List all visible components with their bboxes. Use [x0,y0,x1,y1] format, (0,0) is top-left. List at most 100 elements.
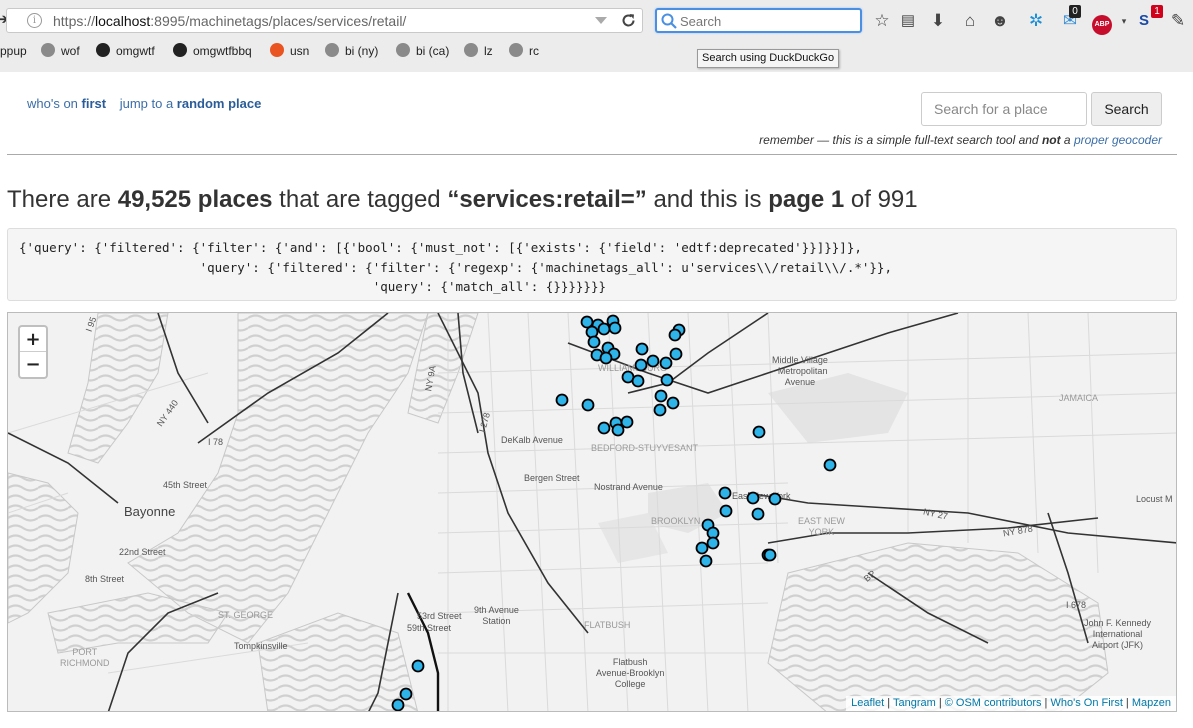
map[interactable]: Middle Village - Metropolitan Avenue JAM… [7,312,1177,712]
info-icon[interactable]: i [27,13,42,28]
bookmark-item[interactable]: rc [509,43,539,59]
place-marker[interactable] [746,491,760,505]
shield-badge: 1 [1151,5,1163,18]
page-title: There are 49,525 places that are tagged … [7,186,918,214]
bookmark-label: rc [529,44,539,58]
bookmark-label: wof [61,44,80,58]
place-marker[interactable] [399,687,413,701]
bookmark-label: bi (ny) [345,44,379,58]
search-button[interactable]: Search [1091,92,1162,126]
place-marker[interactable] [659,356,673,370]
place-marker[interactable] [653,403,667,417]
link-text-bold: random place [176,96,262,111]
place-marker[interactable] [706,536,720,550]
page-content: who's on first jump to a random place Se… [0,72,1193,728]
network-icon[interactable]: ✲ [1025,10,1047,32]
attribution-wof-link[interactable]: Who's On First [1050,697,1122,709]
place-marker[interactable] [666,396,680,410]
place-marker[interactable] [585,325,599,339]
place-marker[interactable] [620,415,634,429]
place-marker[interactable] [768,492,782,506]
place-marker[interactable] [669,347,683,361]
bookmark-star-icon[interactable]: ☆ [871,10,893,32]
emoji-icon[interactable]: ☻ [989,10,1011,32]
bookmark-item[interactable]: wof [41,43,80,59]
adblock-icon[interactable]: ABP [1091,10,1113,35]
url-text[interactable]: https://localhost:8995/machinetags/place… [53,13,406,29]
url-dropdown-icon[interactable] [595,17,607,24]
place-marker[interactable] [719,504,733,518]
attribution-osm-link[interactable]: © OSM contributors [945,697,1042,709]
download-icon[interactable]: ⬇ [927,10,949,32]
place-marker[interactable] [668,328,682,342]
bookmark-item[interactable]: usn [270,43,309,59]
bookmark-label: usn [290,44,310,58]
map-attribution: Leaflet | Tangram | © OSM contributors |… [846,696,1176,711]
browser-search-input[interactable] [680,12,855,30]
zoom-in-button[interactable]: + [20,327,46,352]
bookmark-label: lz [484,44,493,58]
note-text: remember — this is a simple full-text se… [759,133,1042,147]
globe-icon [41,43,55,57]
note-text-bold: not [1041,133,1061,147]
place-marker[interactable] [631,374,645,388]
ubuntu-icon [270,43,284,57]
geocoder-link[interactable]: proper geocoder [1074,133,1162,147]
place-marker[interactable] [391,698,405,711]
whos-on-first-link[interactable]: who's on first [27,96,106,111]
place-marker[interactable] [654,389,668,403]
attribution-tangram-link[interactable]: Tangram [893,697,936,709]
bookmark-item[interactable]: lz [464,43,493,59]
pin-icon[interactable]: ✎ [1167,10,1189,32]
title-tag: “services:retail=” [447,186,647,213]
reload-icon[interactable] [620,12,637,29]
place-marker[interactable] [587,335,601,349]
place-marker[interactable] [411,659,425,673]
place-marker[interactable] [555,393,569,407]
bookmark-item[interactable]: bi (ny) [325,43,378,59]
url-path: :8995/machinetags/places/services/retail… [150,13,407,29]
title-text: of 991 [844,186,918,213]
place-marker[interactable] [646,354,660,368]
zoom-out-button[interactable]: − [20,352,46,377]
place-marker[interactable] [823,458,837,472]
bookmark-item[interactable]: omgwtfbbq [173,43,252,59]
place-marker[interactable] [597,421,611,435]
place-marker[interactable] [763,548,777,562]
globe-icon [325,43,339,57]
bookmark-item[interactable]: bi (ca) [396,43,449,59]
github-icon [173,43,187,57]
place-marker[interactable] [581,398,595,412]
place-marker[interactable] [752,425,766,439]
url-bar[interactable]: i https://localhost:8995/machinetags/pla… [6,8,643,33]
adblock-dropdown-icon[interactable]: ▾ [1113,10,1135,32]
attribution-leaflet-link[interactable]: Leaflet [851,697,884,709]
browser-search-box[interactable] [655,8,862,33]
home-icon[interactable]: ⌂ [959,10,981,32]
divider [7,154,1177,155]
query-code: {'query': {'filtered': {'filter': {'and'… [19,238,892,297]
place-marker[interactable] [660,373,674,387]
place-marker[interactable] [597,322,611,336]
place-marker[interactable] [718,486,732,500]
place-marker[interactable] [634,358,648,372]
place-marker[interactable] [751,507,765,521]
attribution-mapzen-link[interactable]: Mapzen [1132,697,1171,709]
bookmark-label: ppup [0,44,27,58]
place-marker[interactable] [608,321,622,335]
top-nav: who's on first jump to a random place [27,96,271,111]
reading-list-icon[interactable]: ▤ [897,10,919,32]
bookmark-item[interactable]: omgwtf [96,43,155,59]
place-marker[interactable] [635,342,649,356]
place-search-input[interactable] [921,92,1087,126]
place-marker[interactable] [695,541,709,555]
extension-badge: 0 [1069,5,1081,18]
abp-label: ABP [1092,15,1112,35]
place-marker[interactable] [611,423,625,437]
place-marker[interactable] [699,554,713,568]
remember-note: remember — this is a simple full-text se… [759,133,1162,147]
place-marker[interactable] [599,351,613,365]
url-host: localhost [95,13,151,29]
bookmark-item[interactable]: ppup [0,43,27,59]
random-place-link[interactable]: jump to a random place [120,96,262,111]
